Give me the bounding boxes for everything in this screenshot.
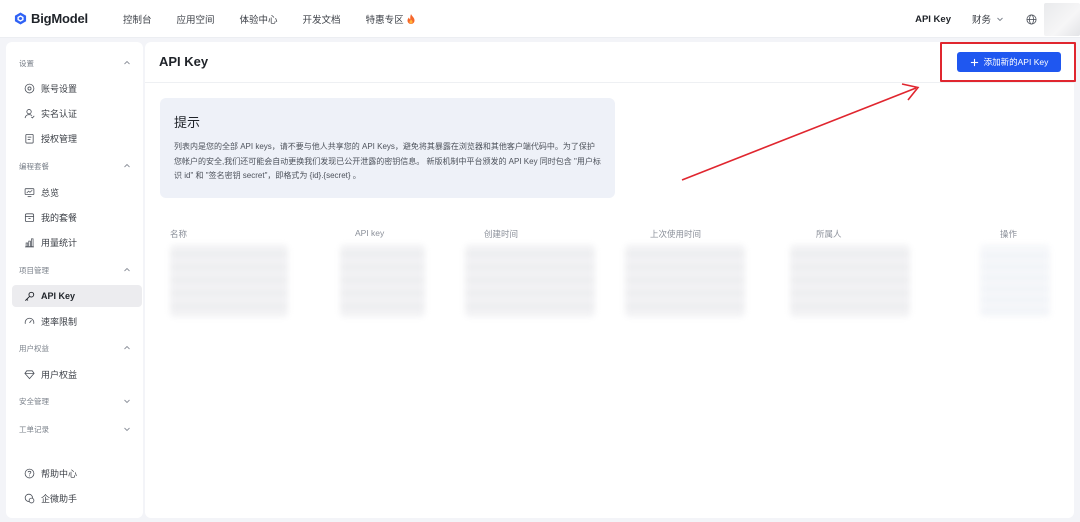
globe-icon[interactable]	[1026, 14, 1037, 25]
redacted-cell-last-used	[625, 245, 745, 317]
chevron-down-icon	[124, 427, 130, 432]
diamond-icon	[24, 369, 35, 379]
nav-console[interactable]: 控制台	[123, 12, 152, 26]
sidebar-group-settings[interactable]: 设置	[19, 56, 131, 70]
column-name: 名称	[170, 229, 188, 239]
highlight-annotation-box	[940, 42, 1076, 82]
tip-title: 提示	[174, 115, 201, 130]
logo[interactable]: BigModel	[14, 11, 109, 26]
nav-app-space[interactable]: 应用空间	[177, 12, 215, 26]
sidebar-group-project-management[interactable]: 项目管理	[19, 263, 131, 277]
chevron-up-icon	[124, 60, 130, 65]
page-title: API Key	[159, 54, 209, 69]
sidebar-item-rate-limit[interactable]: 速率限制	[12, 310, 142, 332]
redacted-cell-owner	[790, 245, 910, 317]
chart-icon	[25, 237, 34, 247]
chevron-up-icon	[124, 345, 130, 350]
table-body	[145, 245, 1074, 320]
sidebar-group-coding-plan[interactable]: 编程套餐	[19, 159, 131, 173]
logo-text: BigModel	[31, 11, 88, 26]
sidebar-item-usage-stats[interactable]: 用量统计	[12, 231, 142, 253]
gear-icon	[24, 83, 35, 93]
tip-panel: 提示 列表内是您的全部 API keys，请不要与他人共享您的 API Keys…	[160, 98, 615, 198]
fire-icon	[407, 13, 415, 24]
key-icon	[25, 291, 35, 301]
sidebar-group-security[interactable]: 安全管理	[19, 394, 131, 408]
nav-dev-docs[interactable]: 开发文档	[303, 12, 341, 26]
chevron-down-icon	[124, 399, 130, 404]
redacted-cell-created-at	[465, 245, 595, 317]
table-row	[145, 245, 1074, 317]
chevron-up-icon	[124, 267, 130, 272]
header-divider	[145, 82, 1074, 83]
help-icon	[24, 468, 35, 478]
sidebar-item-user-benefits[interactable]: 用户权益	[12, 363, 142, 385]
sidebar-item-account-settings[interactable]: 账号设置	[12, 77, 142, 99]
sidebar-item-wecom-assistant[interactable]: 企微助手	[12, 487, 142, 509]
sidebar-item-overview[interactable]: 总览	[12, 181, 142, 203]
chevron-up-icon	[124, 163, 130, 168]
table-header: 名称 API key 创建时间 上次使用时间 所属人 操作	[145, 228, 1074, 242]
column-owner: 所属人	[816, 229, 842, 239]
avatar[interactable]	[1044, 2, 1080, 36]
top-nav: 控制台 应用空间 体验中心 开发文档 特惠专区	[123, 12, 440, 26]
column-actions: 操作	[1000, 229, 1018, 239]
annotation-arrow	[681, 83, 920, 181]
column-created-at: 创建时间	[484, 229, 519, 239]
nav-experience-center[interactable]: 体验中心	[240, 12, 278, 26]
speed-icon	[24, 317, 35, 324]
chat-icon	[24, 493, 35, 503]
chevron-down-icon	[997, 17, 1003, 22]
column-api-key: API key	[355, 228, 385, 238]
sidebar: 设置 账号设置 实名认证 授权管理 编程套餐 总览 我的套餐 用量统计 项目管理…	[6, 42, 143, 518]
top-right-menu: API Key 财务	[915, 0, 1080, 38]
clipboard-icon	[25, 133, 34, 143]
column-last-used: 上次使用时间	[650, 229, 702, 239]
nav-special-offers[interactable]: 特惠专区	[366, 12, 415, 26]
main-panel: API Key 添加新的API Key 提示 列表内是您的全部 API keys…	[145, 42, 1076, 518]
sidebar-item-help-center[interactable]: 帮助中心	[12, 462, 142, 484]
sidebar-item-api-key[interactable]: API Key	[12, 285, 142, 307]
sidebar-item-real-name-auth[interactable]: 实名认证	[12, 102, 142, 124]
tip-body: 列表内是您的全部 API keys，请不要与他人共享您的 API Keys，避免…	[174, 142, 601, 180]
user-icon	[24, 108, 35, 118]
bigmodel-logo-icon	[14, 12, 27, 25]
sidebar-group-tickets[interactable]: 工单记录	[19, 422, 131, 436]
box-icon	[24, 212, 35, 222]
sidebar-item-authorization[interactable]: 授权管理	[12, 127, 142, 149]
redacted-cell-name	[170, 245, 288, 317]
redacted-cell-api-key	[340, 245, 425, 317]
monitor-icon	[24, 187, 35, 197]
finance-dropdown[interactable]: 财务	[972, 12, 1004, 26]
sidebar-group-user-benefits[interactable]: 用户权益	[19, 341, 131, 355]
sidebar-item-my-plan[interactable]: 我的套餐	[12, 206, 142, 228]
redacted-cell-actions[interactable]	[980, 245, 1050, 317]
top-api-key-link[interactable]: API Key	[915, 14, 951, 25]
top-bar: BigModel 控制台 应用空间 体验中心 开发文档 特惠专区 API Key…	[0, 0, 1080, 38]
